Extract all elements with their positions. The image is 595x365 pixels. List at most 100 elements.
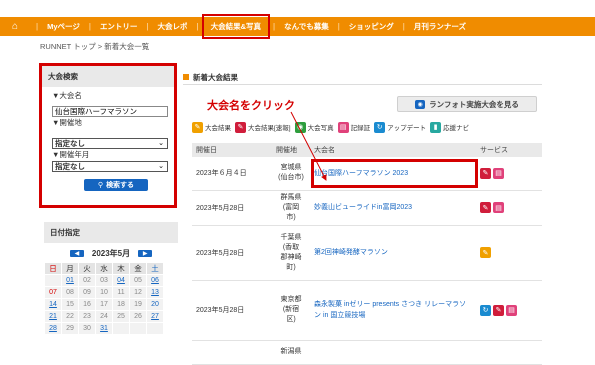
pencil-orange-icon[interactable]: ✎ — [480, 247, 491, 258]
nav-item-5[interactable]: なんでも募集 — [281, 21, 332, 32]
doc-pink-icon[interactable]: ▤ — [493, 167, 504, 179]
pencil-red-icon[interactable]: ✎ — [493, 304, 504, 316]
update-blue-icon: ↻ — [374, 121, 386, 133]
race-date: 2023年5月28日 — [192, 225, 272, 281]
nav-separator: | — [196, 22, 199, 31]
weekday-label: 日 — [45, 263, 61, 274]
calendar-day[interactable]: 31 — [96, 323, 112, 334]
breadcrumb: RUNNET トップ > 新着大会一覧 — [40, 41, 149, 52]
doc-pink-icon[interactable]: ▤ — [506, 304, 517, 316]
runphoto-button-label: ランフォト実施大会を見る — [429, 99, 519, 109]
runphoto-button[interactable]: ◉ ランフォト実施大会を見る — [397, 96, 537, 112]
annotation-text: 大会名をクリック — [207, 100, 295, 112]
nav-item-6[interactable]: ショッピング — [346, 21, 397, 32]
calendar-day[interactable]: 14 — [45, 299, 61, 310]
calendar-day: 11 — [113, 287, 129, 298]
race-name-link[interactable]: 森永製菓 inゼリー presents さつき リレーマラソン in 国立競技場 — [314, 301, 466, 319]
calendar-day[interactable]: 21 — [45, 311, 61, 322]
calendar-day: 18 — [113, 299, 129, 310]
calendar-day: 20 — [147, 299, 163, 310]
race-name-link[interactable]: 仙台国際ハーフマラソン 2023 — [314, 170, 408, 177]
icon-legend: ✎ 大会結果 ✎ 大会結果[速報] ◉ 大会写真 ▤ 記録証 ↻ アップデート ▮ 応援ナビ — [192, 121, 542, 133]
venue-line: (新宿 — [282, 306, 300, 313]
nav-item-2[interactable]: エントリー — [97, 21, 141, 32]
weekday-label: 木 — [113, 263, 129, 274]
update-blue-icon[interactable]: ↻ — [480, 304, 491, 316]
table-row: 2023年5月28日 群馬県 (富岡 市) 妙義山ビューライドin富岡2023 ✎ ▤ — [192, 190, 542, 226]
venue-line: (仙台市) — [278, 174, 304, 182]
calendar-day: 03 — [96, 275, 112, 286]
race-name-cell: 妙義山ビューライドin富岡2023 — [310, 190, 476, 226]
breadcrumb-home-link[interactable]: RUNNET トップ — [40, 42, 96, 51]
calendar-day[interactable]: 28 — [45, 323, 61, 334]
breadcrumb-separator: > — [97, 42, 103, 51]
calendar-month-nav: ◀ 2023年5月 ▶ — [44, 248, 178, 259]
service-cell: ✎ — [476, 225, 542, 281]
calendar-empty — [113, 323, 129, 334]
calendar-day: 02 — [79, 275, 95, 286]
nav-separator: | — [88, 22, 91, 31]
race-date: 2023年６月４日 — [192, 157, 272, 191]
cheer-teal-icon: ▮ — [430, 121, 442, 133]
race-name-cell: 仙台国際ハーフマラソン 2023 — [310, 157, 478, 191]
calendar-week-row: 07 08 09 10 11 12 13 — [45, 287, 163, 298]
nav-item-7[interactable]: 月刊ランナーズ — [411, 21, 469, 32]
legend-label: 記録証 — [350, 125, 371, 132]
calendar-day[interactable]: 27 — [147, 311, 163, 322]
nav-item-1[interactable]: Myページ — [44, 21, 83, 32]
race-name-link[interactable]: 第2回神崎発酵マラソン — [314, 249, 388, 256]
race-venue: 群馬県 (富岡 市) — [272, 190, 310, 226]
calendar-day: 25 — [113, 311, 129, 322]
calendar-day: 08 — [62, 287, 78, 298]
column-header: 大会名 — [310, 143, 476, 157]
service-cell: ✎ ▤ — [476, 190, 542, 226]
venue-line: 千葉県 — [280, 233, 302, 241]
chevron-down-icon: ⌄ — [158, 163, 164, 170]
legend-item: ✎ 大会結果[速報] — [235, 121, 291, 133]
column-header: 開催日 — [192, 143, 272, 157]
calendar-month: 2023年5月 — [91, 249, 131, 258]
weekday-label: 金 — [130, 263, 146, 274]
calendar-empty — [130, 323, 146, 334]
calendar-day[interactable]: 01 — [62, 275, 78, 286]
calendar-day[interactable]: 04 — [113, 275, 129, 286]
calendar-week-row: 21 22 23 24 25 26 27 — [45, 311, 163, 322]
doc-pink-icon: ▤ — [337, 121, 349, 133]
venue-select[interactable]: 指定なし ⌄ — [52, 138, 168, 149]
pencil-red-icon[interactable]: ✎ — [480, 167, 491, 179]
date-calendar: 日付指定 ◀ 2023年5月 ▶ 日月火水木金土 01 02 03 04 05 06 07 08… — [44, 222, 178, 335]
camera-green-icon: ◉ — [294, 121, 306, 133]
calendar-day: 22 — [62, 311, 78, 322]
calendar-grid: 日月火水木金土 01 02 03 04 05 06 07 08 09 10 11 12 13 14 15 16 1… — [44, 262, 164, 335]
legend-item: ↻ アップデート — [374, 121, 426, 133]
venue-select-value: 指定なし — [55, 139, 85, 148]
search-button[interactable]: ⚲ 検索する — [84, 179, 148, 191]
runphoto-icon: ◉ — [415, 99, 426, 109]
prev-month-button[interactable]: ◀ — [69, 250, 84, 257]
nav-item-4[interactable]: 大会結果&写真 — [201, 14, 271, 39]
global-nav-bar: ⌂ | Myページ | エントリー | 大会レポ | 大会結果&写真 | なんでも募集 | ショッピン… — [0, 14, 595, 39]
weekday-label: 月 — [62, 263, 78, 274]
service-cell — [476, 340, 542, 365]
legend-item: ▤ 記録証 — [337, 121, 371, 133]
doc-pink-icon[interactable]: ▤ — [493, 202, 504, 213]
race-venue: 宮城県 (仙台市) — [272, 157, 310, 191]
race-name-link[interactable]: 妙義山ビューライドin富岡2023 — [314, 204, 412, 211]
calendar-day[interactable]: 06 — [147, 275, 163, 286]
legend-item: ◉ 大会写真 — [294, 121, 334, 133]
calendar-day[interactable]: 13 — [147, 287, 163, 298]
month-select[interactable]: 指定なし ⌄ — [52, 161, 168, 172]
home-icon[interactable]: ⌂ — [0, 17, 30, 36]
calendar-day: 05 — [130, 275, 146, 286]
nav-item-3[interactable]: 大会レポ — [155, 21, 191, 32]
month-label: ▼開催年月 — [52, 150, 90, 159]
race-venue: 新潟県 — [272, 340, 310, 365]
pencil-red-icon[interactable]: ✎ — [480, 202, 491, 213]
legend-item: ✎ 大会結果 — [192, 121, 231, 133]
next-month-button[interactable]: ▶ — [138, 250, 153, 257]
legend-label: 大会結果[速報] — [248, 125, 291, 132]
pencil-orange-icon: ✎ — [192, 121, 203, 133]
calendar-week-row: 01 02 03 04 05 06 — [45, 275, 163, 286]
race-name-input[interactable] — [52, 106, 168, 117]
calendar-day: 29 — [62, 323, 78, 334]
